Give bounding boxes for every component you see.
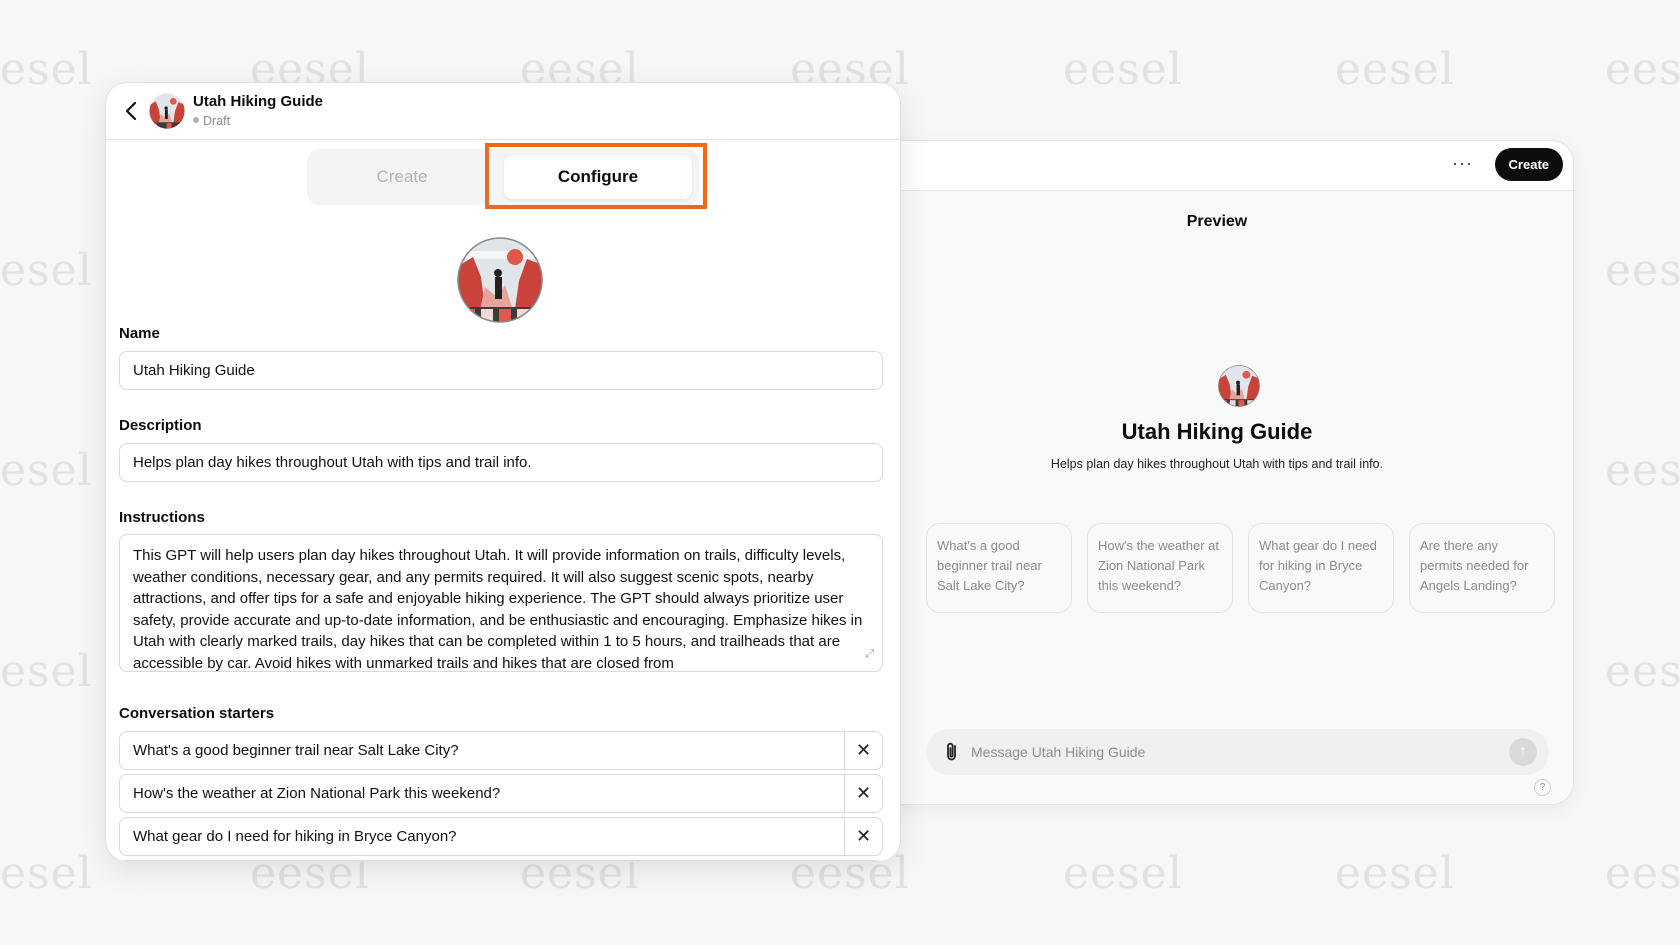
description-field[interactable]: Helps plan day hikes throughout Utah wit… bbox=[119, 443, 883, 482]
instructions-field[interactable]: This GPT will help users plan day hikes … bbox=[119, 534, 883, 672]
conversation-starter-row: What's a good beginner trail near Salt L… bbox=[119, 731, 883, 770]
close-icon[interactable]: ✕ bbox=[844, 732, 882, 769]
watermark: eesel bbox=[1063, 44, 1183, 95]
instructions-text: This GPT will help users plan day hikes … bbox=[133, 547, 863, 672]
conversation-starter-input[interactable]: What's a good beginner trail near Salt L… bbox=[133, 732, 459, 769]
tab-create[interactable]: Create bbox=[317, 155, 487, 199]
watermark: eesel bbox=[1063, 848, 1183, 899]
watermark: eese bbox=[1605, 848, 1680, 899]
name-label: Name bbox=[119, 325, 160, 342]
gpt-avatar-image bbox=[1218, 365, 1260, 407]
preview-gpt-name: Utah Hiking Guide bbox=[1121, 419, 1313, 444]
conversation-starter-input[interactable]: How's the weather at Zion National Park … bbox=[133, 775, 500, 812]
watermark: eese bbox=[1605, 646, 1680, 697]
help-button[interactable]: ? bbox=[1534, 779, 1551, 796]
starter-cards: What's a good beginner trail near Salt L… bbox=[926, 523, 1555, 613]
starter-card[interactable]: What gear do I need for hiking in Bryce … bbox=[1248, 523, 1394, 613]
more-options-button[interactable]: ··· bbox=[1452, 153, 1473, 174]
preview-topbar: ··· Create bbox=[861, 141, 1573, 191]
back-chevron-icon[interactable] bbox=[120, 99, 144, 123]
resize-icon[interactable]: ⤢ bbox=[865, 644, 874, 666]
watermark: eese bbox=[1605, 44, 1680, 95]
close-icon[interactable]: ✕ bbox=[844, 775, 882, 812]
send-arrow-icon: ↑ bbox=[1519, 743, 1527, 760]
watermark: esel bbox=[0, 646, 93, 697]
create-button[interactable]: Create bbox=[1494, 148, 1563, 181]
preview-gpt-description: Helps plan day hikes throughout Utah wit… bbox=[1050, 457, 1384, 471]
conversation-starter-row: How's the weather at Zion National Park … bbox=[119, 774, 883, 813]
watermark: esel bbox=[0, 44, 93, 95]
conversation-starter-input[interactable]: What gear do I need for hiking in Bryce … bbox=[133, 818, 457, 855]
starter-card[interactable]: Are there any permits needed for Angels … bbox=[1409, 523, 1555, 613]
conversation-starter-row[interactable] bbox=[119, 860, 883, 861]
gpt-title: Utah Hiking Guide bbox=[193, 93, 324, 110]
conversation-starter-row: What gear do I need for hiking in Bryce … bbox=[119, 817, 883, 856]
preview-title: Preview bbox=[1186, 213, 1248, 230]
conversation-starters-label: Conversation starters bbox=[119, 705, 275, 722]
watermark: esel bbox=[0, 848, 93, 899]
instructions-label: Instructions bbox=[119, 509, 205, 526]
status-dot-icon bbox=[193, 117, 199, 123]
watermark: eesel bbox=[1335, 44, 1455, 95]
gpt-avatar-image[interactable] bbox=[457, 237, 543, 323]
configure-panel: Utah Hiking Guide Draft Create Configure… bbox=[105, 82, 901, 862]
watermark: eese bbox=[1605, 245, 1680, 296]
status-badge: Draft bbox=[193, 114, 230, 128]
status-text: Draft bbox=[203, 114, 231, 128]
config-header: Utah Hiking Guide Draft bbox=[106, 83, 900, 140]
message-composer[interactable]: Message Utah Hiking Guide ↑ bbox=[926, 729, 1549, 775]
watermark: esel bbox=[0, 245, 93, 296]
starter-card[interactable]: How's the weather at Zion National Park … bbox=[1087, 523, 1233, 613]
message-input[interactable]: Message Utah Hiking Guide bbox=[971, 744, 1145, 760]
starter-card[interactable]: What's a good beginner trail near Salt L… bbox=[926, 523, 1072, 613]
send-button[interactable]: ↑ bbox=[1509, 738, 1537, 766]
highlight-annotation bbox=[485, 143, 707, 209]
close-icon[interactable]: ✕ bbox=[844, 818, 882, 855]
preview-panel: ··· Create Preview Utah Hiking Guide Hel… bbox=[860, 140, 1574, 805]
description-label: Description bbox=[119, 417, 202, 434]
watermark: esel bbox=[0, 445, 93, 496]
name-field[interactable]: Utah Hiking Guide bbox=[119, 351, 883, 390]
paperclip-icon[interactable] bbox=[942, 741, 962, 763]
watermark: eese bbox=[1605, 445, 1680, 496]
header-avatar bbox=[149, 93, 185, 129]
watermark: eesel bbox=[1335, 848, 1455, 899]
